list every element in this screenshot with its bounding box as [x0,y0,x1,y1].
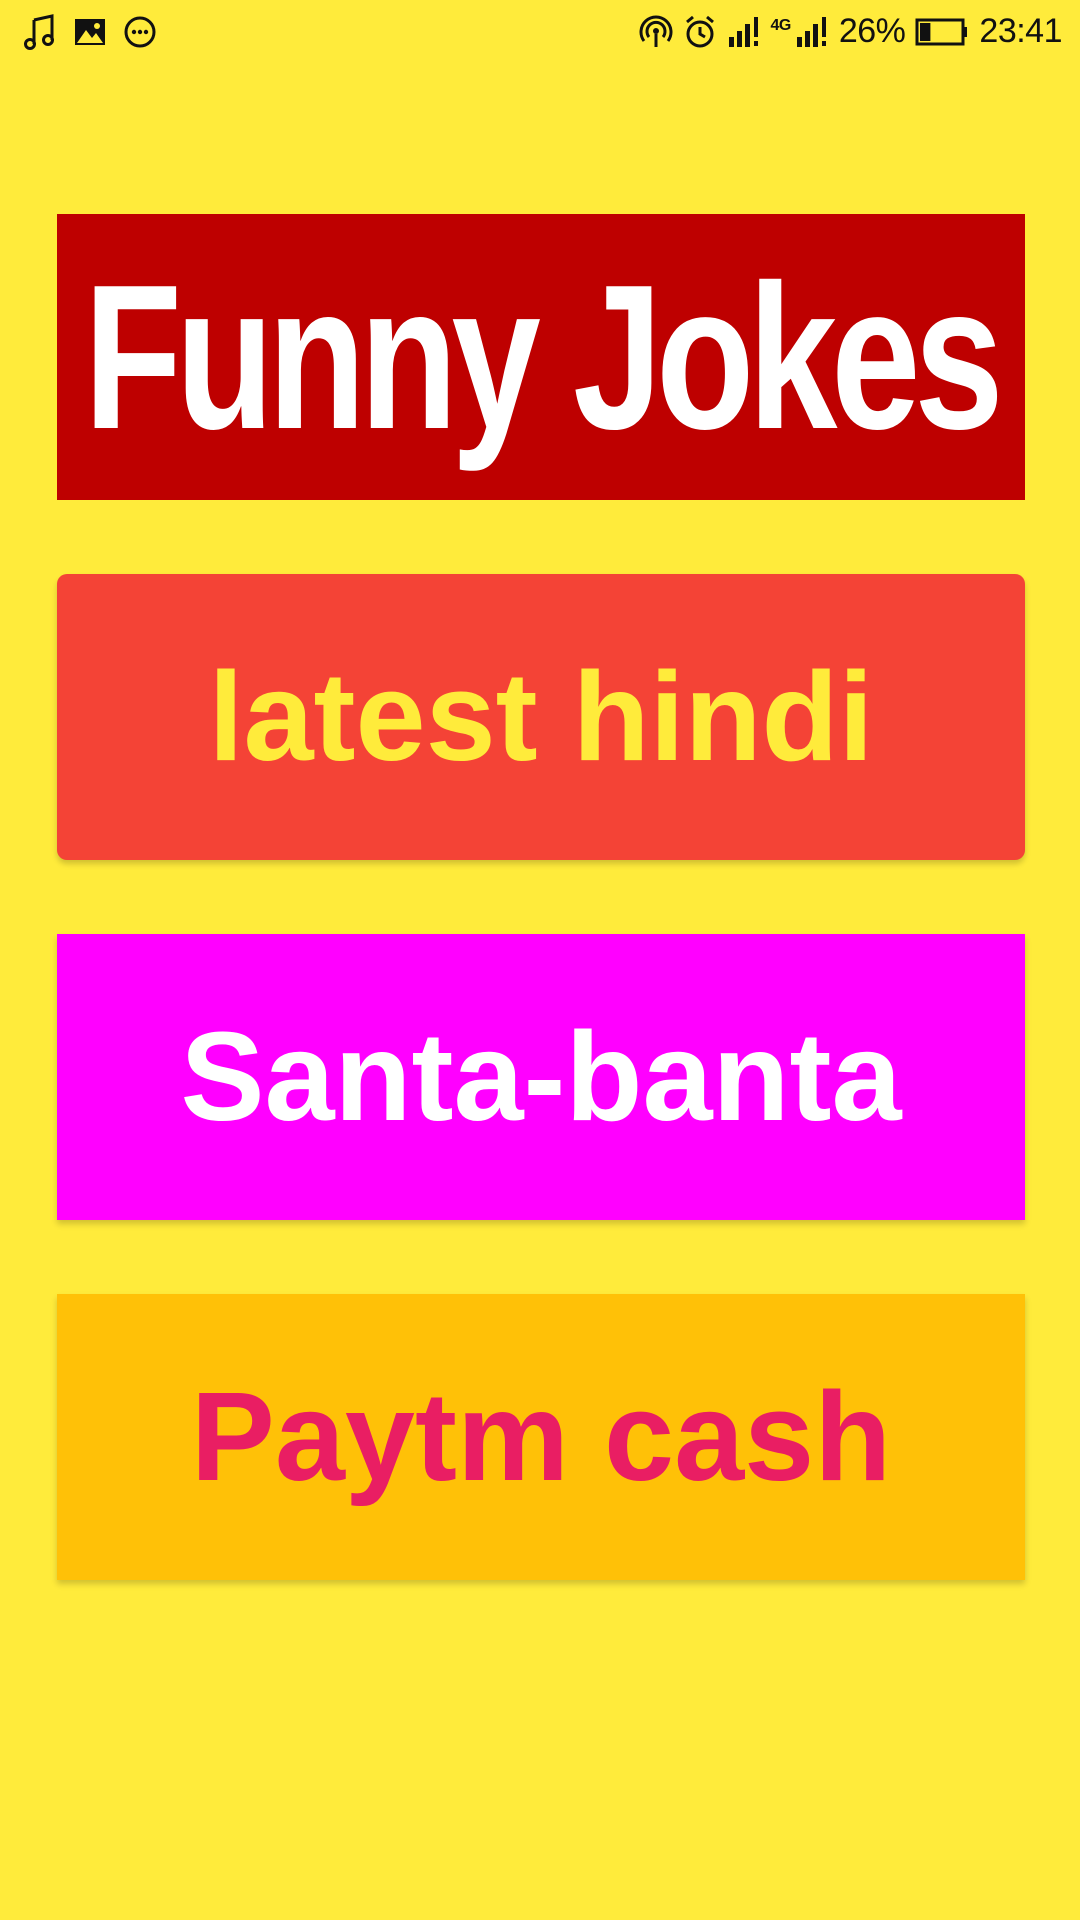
battery-icon [915,17,969,47]
app-title: Funny Jokes [84,242,1004,472]
clock-time: 23:41 [979,12,1062,50]
chat-icon [122,14,158,50]
signal-4g-icon [795,15,829,49]
system-status: 4G 26% 23:41 [639,12,1062,51]
app-title-banner: Funny Jokes [57,214,1025,500]
paytm-cash-button[interactable]: Paytm cash [57,1294,1025,1580]
network-type-label: 4G [770,16,792,34]
notification-icons [22,14,158,50]
latest-hindi-button[interactable]: latest hindi [57,574,1025,860]
music-icon [22,14,58,50]
hotspot-icon [639,15,673,49]
santa-banta-label: Santa-banta [180,1006,902,1147]
status-bar: 4G 26% 23:41 [0,0,1080,64]
image-icon [72,14,108,50]
battery-percent: 26% [838,12,906,50]
santa-banta-button[interactable]: Santa-banta [57,934,1025,1220]
paytm-cash-label: Paytm cash [190,1366,892,1507]
alarm-icon [683,15,717,49]
latest-hindi-label: latest hindi [208,646,874,787]
signal-icon [727,15,761,49]
